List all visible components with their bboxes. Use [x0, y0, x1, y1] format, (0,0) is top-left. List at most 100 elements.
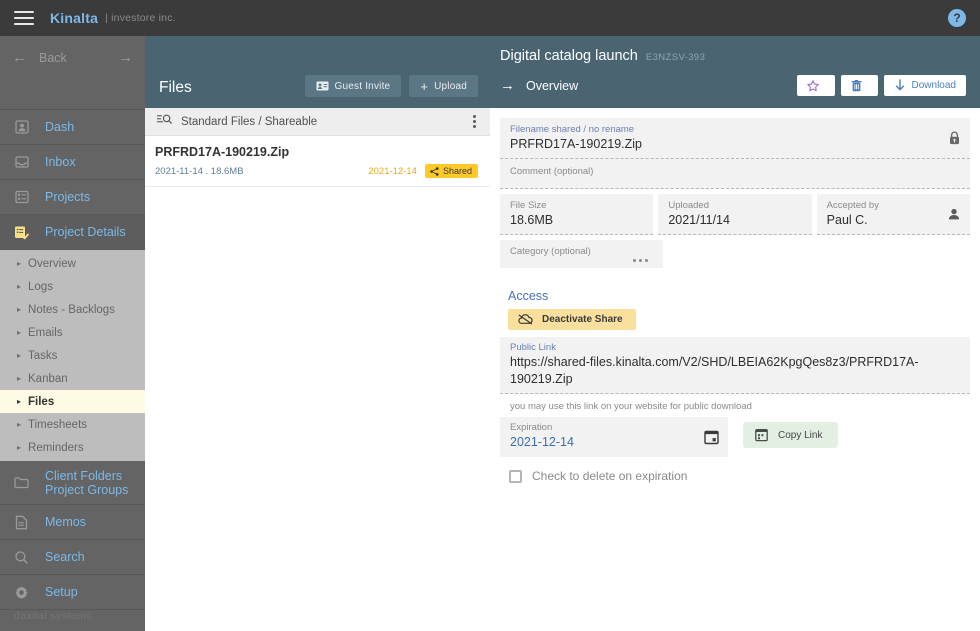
sidebar-main-nav: Dash Inbox Projects Project Details — [0, 110, 145, 250]
sidebar-subitem-tasks[interactable]: ▸ Tasks — [0, 344, 145, 367]
sidebar-item-label: Search — [45, 550, 85, 564]
trash-icon — [850, 79, 862, 92]
file-list: PRFRD17A-190219.Zip 2021-11-14 . 18.6MB … — [145, 136, 490, 631]
overview-label: Overview — [526, 78, 579, 93]
arrow-right-icon[interactable]: → — [118, 50, 133, 65]
expiration-value: 2021-12-14 — [510, 435, 574, 449]
copy-link-label: Copy Link — [778, 429, 823, 441]
page-title: Digital catalog launch — [500, 48, 638, 64]
public-link-field[interactable]: Public Link https://shared-files.kinalta… — [500, 337, 970, 394]
overview-link[interactable]: → Overview — [500, 78, 578, 93]
files-filter-bar[interactable]: Standard Files / Shareable — [145, 108, 490, 136]
document-icon — [14, 515, 29, 530]
expiration-label: Expiration — [510, 422, 553, 433]
sidebar-subitem-label: Kanban — [28, 372, 68, 385]
filename-field[interactable]: Filename shared / no rename PRFRD17A-190… — [500, 118, 970, 159]
sidebar-subitem-label: Emails — [28, 326, 63, 339]
caret-right-icon: ▸ — [17, 397, 22, 406]
sidebar-item-memos[interactable]: Memos — [0, 505, 145, 540]
caret-right-icon: ▸ — [17, 420, 22, 429]
status-badge[interactable]: Shared — [424, 164, 478, 178]
delete-on-expiration-checkbox[interactable] — [509, 469, 522, 483]
back-button[interactable]: ← Back → — [12, 50, 133, 65]
ellipsis-icon[interactable] — [633, 259, 648, 262]
sidebar-footer: daxital systems — [14, 610, 92, 622]
filename-label: Filename shared / no rename — [510, 124, 635, 135]
brand-subtitle: | investore inc. — [105, 12, 176, 24]
detail-subheader-row: → Overview Download — [500, 75, 966, 96]
public-link-value: https://shared-files.kinalta.com/V2/SHD/… — [510, 355, 919, 386]
list-grid-icon — [14, 190, 29, 205]
file-list-item[interactable]: PRFRD17A-190219.Zip 2021-11-14 . 18.6MB … — [145, 136, 490, 187]
caret-right-icon: ▸ — [17, 351, 22, 360]
sidebar-item-label: Inbox — [45, 155, 76, 169]
deactivate-share-button[interactable]: Deactivate Share — [508, 309, 636, 330]
download-arrow-icon — [894, 79, 906, 92]
expiration-row: Expiration 2021-12-14 Copy Link — [500, 417, 970, 457]
sidebar-item-project-details[interactable]: Project Details — [0, 215, 145, 250]
category-placeholder: Category (optional) — [510, 246, 591, 257]
public-link-label: Public Link — [510, 342, 556, 353]
sidebar-item-dash[interactable]: Dash — [0, 110, 145, 145]
status-badge-label: Shared — [442, 166, 472, 176]
detail-title-row: Digital catalog launch E3NZSV-393 — [500, 48, 966, 64]
delete-button[interactable] — [840, 75, 878, 96]
sidebar-item-label: Client Folders Project Groups — [45, 469, 128, 497]
sidebar-subitem-kanban[interactable]: ▸ Kanban — [0, 367, 145, 390]
sidebar-item-label-line2: Project Groups — [45, 482, 129, 497]
sidebar-subitem-logs[interactable]: ▸ Logs — [0, 275, 145, 298]
kebab-menu-icon[interactable] — [471, 112, 478, 131]
favorite-button[interactable] — [796, 75, 835, 96]
sidebar-item-label: Dash — [45, 120, 75, 134]
copy-link-button[interactable]: Copy Link — [743, 422, 839, 448]
comment-field[interactable]: Comment (optional) — [500, 159, 970, 189]
folder-icon — [14, 475, 29, 490]
deactivate-share-label: Deactivate Share — [542, 314, 623, 325]
sidebar-subitem-overview[interactable]: ▸ Overview — [0, 252, 145, 275]
upload-label: Upload — [434, 80, 467, 92]
calendar-icon[interactable] — [704, 430, 719, 445]
download-button[interactable]: Download — [883, 75, 966, 96]
share-icon — [430, 166, 439, 176]
brand-name: Kinalta — [50, 10, 99, 26]
caret-right-icon: ▸ — [17, 443, 22, 452]
guest-invite-button[interactable]: Guest Invite — [304, 75, 402, 97]
sidebar-subitem-files[interactable]: ▸ Files — [0, 390, 145, 413]
caret-right-icon: ▸ — [17, 374, 22, 383]
detail-body: Filename shared / no rename PRFRD17A-190… — [490, 108, 980, 631]
category-field[interactable]: Category (optional) — [500, 240, 663, 268]
sidebar: ← Back → Dash Inbox Projects Project Det… — [0, 36, 145, 631]
lock-icon — [948, 131, 961, 146]
help-icon[interactable]: ? — [948, 9, 966, 27]
sidebar-item-inbox[interactable]: Inbox — [0, 145, 145, 180]
sidebar-item-client-folders[interactable]: Client Folders Project Groups — [0, 461, 145, 505]
id-card-icon — [316, 81, 329, 91]
sidebar-subitem-label: Reminders — [28, 441, 84, 454]
expiration-field[interactable]: Expiration 2021-12-14 — [500, 417, 728, 457]
sidebar-item-projects[interactable]: Projects — [0, 180, 145, 215]
sidebar-subitem-reminders[interactable]: ▸ Reminders — [0, 436, 145, 459]
sidebar-subitem-label: Logs — [28, 280, 53, 293]
upload-button[interactable]: + Upload — [409, 75, 478, 97]
file-size-label: File Size — [510, 200, 547, 211]
hamburger-icon[interactable] — [14, 11, 34, 25]
sidebar-subitem-label: Tasks — [28, 349, 58, 362]
sidebar-subitem-notes-backlogs[interactable]: ▸ Notes - Backlogs — [0, 298, 145, 321]
files-panel: Files Guest Invite + Upload Standard Fil… — [145, 36, 490, 631]
file-info-row: File Size 18.6MB Uploaded 2021/11/14 Acc… — [500, 194, 970, 235]
top-bar: Kinalta | investore inc. ? — [0, 0, 980, 36]
uploaded-field: Uploaded 2021/11/14 — [658, 194, 812, 235]
sidebar-item-label-line1: Client Folders — [45, 468, 123, 483]
inbox-icon — [14, 155, 29, 170]
delete-on-expiration-checkbox-row[interactable]: Check to delete on expiration — [509, 469, 970, 483]
delete-on-expiration-label: Check to delete on expiration — [532, 469, 688, 483]
sidebar-subitem-emails[interactable]: ▸ Emails — [0, 321, 145, 344]
sidebar-item-search[interactable]: Search — [0, 540, 145, 575]
sidebar-item-label: Memos — [45, 515, 86, 529]
sidebar-subitem-timesheets[interactable]: ▸ Timesheets — [0, 413, 145, 436]
uploaded-value: 2021/11/14 — [668, 213, 730, 227]
arrow-right-icon: → — [500, 77, 515, 94]
caret-right-icon: ▸ — [17, 328, 22, 337]
files-panel-title: Files — [159, 79, 192, 96]
arrow-left-icon: ← — [12, 49, 27, 66]
